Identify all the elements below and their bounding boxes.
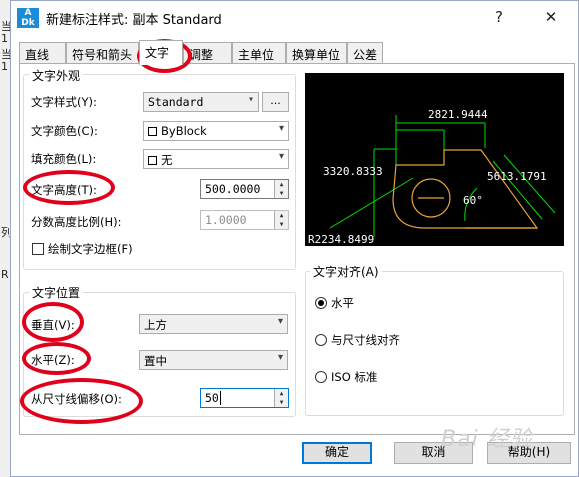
help-icon[interactable]: ?	[485, 5, 513, 29]
spin-up-icon[interactable]: ▲	[275, 211, 288, 220]
close-icon[interactable]: ✕	[537, 5, 565, 29]
spin-down-icon[interactable]: ▼	[275, 220, 288, 229]
autocad-app-icon: A Dk	[17, 8, 39, 28]
chevron-down-icon: ▾	[247, 94, 254, 105]
vertical-dropdown[interactable]: 上方 ▾	[139, 314, 288, 334]
text-caret	[219, 391, 221, 405]
text-alignment-title: 文字对齐(A)	[310, 263, 382, 280]
spin-down-icon[interactable]: ▼	[275, 398, 288, 407]
spinner-buttons[interactable]: ▲ ▼	[274, 389, 288, 407]
text-style-value: Standard	[148, 95, 204, 109]
tab-panel: 文字外观 文字样式(Y): Standard ▾ ... 文字颜色(C): By…	[19, 39, 575, 435]
highlight-oval-vertical	[22, 302, 84, 342]
tab-alternate-units[interactable]: 换算单位	[286, 42, 347, 64]
text-color-dropdown[interactable]: ByBlock ▾	[143, 121, 289, 141]
text-style-dropdown[interactable]: Standard ▾	[143, 92, 259, 112]
ok-button[interactable]: 确定	[302, 442, 372, 464]
preview-dim-top: 2821.9444	[428, 108, 488, 121]
draw-frame-label: 绘制文字边框(F)	[48, 242, 133, 256]
tab-text[interactable]: 文字	[139, 40, 183, 65]
text-color-label: 文字颜色(C):	[31, 124, 98, 138]
text-color-value: ByBlock	[161, 124, 207, 138]
fraction-height-spinner[interactable]: 1.0000 ▲ ▼	[200, 210, 289, 230]
spin-up-icon[interactable]: ▲	[275, 180, 288, 189]
watermark: Bai 经验	[441, 427, 533, 452]
align-with-dimline-radio[interactable]	[315, 334, 327, 346]
tab-lines[interactable]: 直线	[19, 42, 66, 64]
title-bar[interactable]: A Dk 新建标注样式: 副本 Standard ? ✕	[11, 1, 578, 34]
bg-char: 1	[1, 32, 8, 45]
preview-radius: R2234.8499	[308, 233, 374, 246]
preview-dim-left: 3320.8333	[323, 165, 383, 178]
vertical-value: 上方	[144, 318, 167, 332]
chevron-down-icon: ▾	[278, 123, 284, 134]
text-appearance-title: 文字外观	[29, 67, 84, 84]
horizontal-dropdown[interactable]: 置中 ▾	[139, 350, 288, 370]
align-iso-radio[interactable]	[315, 371, 327, 383]
tab-tolerances[interactable]: 公差	[347, 42, 383, 64]
chevron-down-icon: ▾	[278, 151, 284, 162]
highlight-oval-horizontal	[22, 342, 91, 375]
highlight-oval-offset	[20, 378, 143, 424]
offset-value: 50	[205, 391, 219, 405]
text-style-label: 文字样式(Y):	[31, 95, 97, 109]
spin-down-icon[interactable]: ▼	[275, 189, 288, 198]
align-horizontal-label: 水平	[331, 296, 354, 310]
spinner-buttons[interactable]: ▲ ▼	[274, 180, 288, 198]
spinner-buttons[interactable]: ▲ ▼	[274, 211, 288, 229]
preview-canvas: 2821.9444 3320.8333 5613.1791 60° R2234.…	[305, 73, 564, 246]
text-placement-title: 文字位置	[29, 284, 84, 301]
chevron-down-icon: ▾	[277, 352, 283, 363]
tab-symbols-arrows[interactable]: 符号和箭头	[66, 42, 139, 64]
tab-primary-units[interactable]: 主单位	[232, 42, 286, 64]
align-iso-label: ISO 标准	[331, 370, 378, 384]
bg-char: R	[1, 268, 9, 281]
align-horizontal-radio[interactable]	[315, 297, 327, 309]
text-height-spinner[interactable]: 500.0000 ▲ ▼	[200, 179, 289, 199]
text-style-browse-button[interactable]: ...	[262, 92, 289, 112]
highlight-oval-height	[23, 170, 115, 205]
offset-spinner[interactable]: 50 ▲ ▼	[200, 388, 289, 408]
preview-dim-right: 5613.1791	[487, 170, 547, 183]
dimension-style-dialog: A Dk 新建标注样式: 副本 Standard ? ✕ 直线 符号和箭头 文字 …	[10, 0, 579, 477]
color-swatch-icon	[148, 127, 157, 136]
fill-color-value: 无	[161, 153, 173, 167]
align-with-dimline-label: 与尺寸线对齐	[331, 333, 400, 347]
color-swatch-icon	[148, 156, 157, 165]
preview-angle: 60°	[463, 194, 483, 207]
fraction-height-value: 1.0000	[205, 213, 247, 227]
draw-frame-checkbox[interactable]	[32, 243, 44, 255]
fill-color-label: 填充颜色(L):	[31, 152, 97, 166]
tab-strip: 直线 符号和箭头 文字 调整 主单位 换算单位 公差	[19, 40, 579, 65]
fill-color-dropdown[interactable]: 无 ▾	[143, 149, 289, 169]
spin-up-icon[interactable]: ▲	[275, 389, 288, 398]
chevron-down-icon: ▾	[277, 316, 283, 327]
dimension-preview: 2821.9444 3320.8333 5613.1791 60° R2234.…	[308, 108, 556, 246]
dialog-title: 新建标注样式: 副本 Standard	[46, 13, 222, 28]
text-height-value: 500.0000	[205, 182, 261, 196]
horizontal-value: 置中	[144, 354, 167, 368]
fraction-height-label: 分数高度比例(H):	[31, 215, 122, 229]
bg-char: 1	[1, 60, 8, 73]
